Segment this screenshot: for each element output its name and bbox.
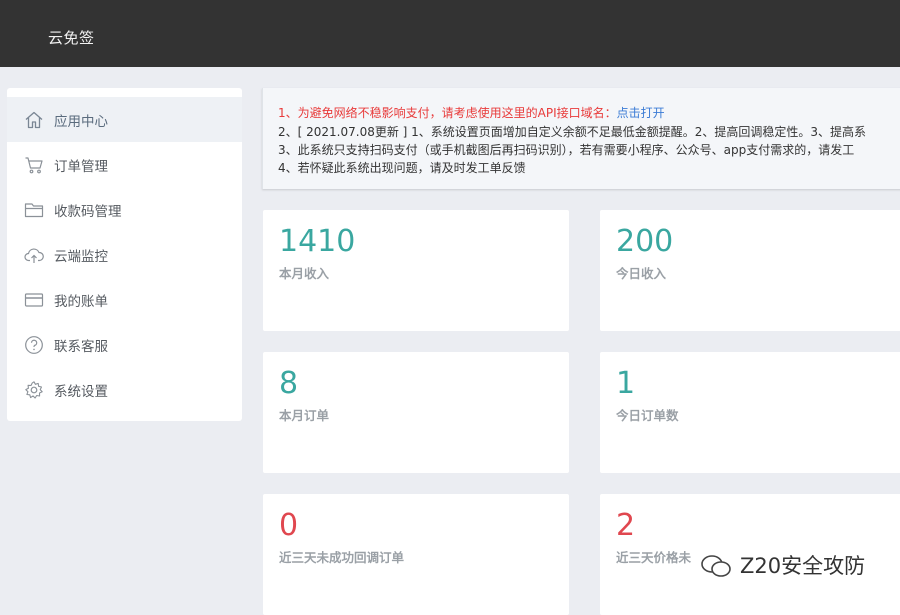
sidebar-item-label: 应用中心 (54, 113, 108, 130)
stat-card-price-mismatch: 2 近三天价格未 (600, 494, 900, 615)
stat-value: 0 (279, 508, 299, 543)
notice-line-1-text: 1、为避免网络不稳影响支付，请考虑使用这里的API接口域名： (278, 106, 617, 120)
home-icon (24, 110, 44, 130)
stat-value: 1410 (279, 224, 356, 259)
stat-label: 本月订单 (279, 408, 330, 423)
notice-line-2: 2、[ 2021.07.08更新 ] 1、系统设置页面增加自定义余额不足最低金额… (278, 125, 867, 139)
stat-card-failed-callbacks: 0 近三天未成功回调订单 (263, 494, 569, 615)
sidebar: 应用中心 订单管理 收款码管理 云端监控 我的账单 联系客服 系统设置 (7, 88, 242, 421)
cloud-upload-icon (24, 245, 44, 265)
sidebar-item-label: 我的账单 (54, 293, 108, 310)
stat-label: 近三天价格未 (616, 550, 692, 565)
stat-card-today-income: 200 今日收入 (600, 210, 900, 331)
card-icon (24, 290, 44, 310)
stat-card-today-orders: 1 今日订单数 (600, 352, 900, 473)
sidebar-item-settings[interactable]: 系统设置 (7, 367, 242, 412)
sidebar-item-bills[interactable]: 我的账单 (7, 277, 242, 322)
app-title: 云免签 (48, 29, 95, 47)
folder-icon (24, 200, 44, 220)
sidebar-item-label: 收款码管理 (54, 203, 122, 220)
stat-label: 本月收入 (279, 266, 330, 281)
sidebar-item-label: 系统设置 (54, 383, 108, 400)
open-link[interactable]: 点击打开 (617, 106, 665, 120)
stat-value: 2 (616, 508, 636, 543)
cart-icon (24, 155, 44, 175)
sidebar-item-label: 联系客服 (54, 338, 108, 355)
sidebar-item-orders[interactable]: 订单管理 (7, 142, 242, 187)
sidebar-item-cloud-monitor[interactable]: 云端监控 (7, 232, 242, 277)
notice-line-4: 4、若怀疑此系统出现问题，请及时发工单反馈 (278, 161, 526, 175)
notice-line-1: 1、为避免网络不稳影响支付，请考虑使用这里的API接口域名：点击打开 (278, 104, 665, 121)
sidebar-item-app-center[interactable]: 应用中心 (7, 97, 242, 142)
sidebar-item-label: 订单管理 (54, 158, 108, 175)
stat-value: 200 (616, 224, 674, 259)
stat-value: 1 (616, 366, 636, 401)
stat-card-month-income: 1410 本月收入 (263, 210, 569, 331)
stat-label: 近三天未成功回调订单 (279, 550, 405, 565)
stat-label: 今日收入 (616, 266, 667, 281)
stat-label: 今日订单数 (616, 408, 679, 423)
sidebar-item-qrcode[interactable]: 收款码管理 (7, 187, 242, 232)
sidebar-item-support[interactable]: 联系客服 (7, 322, 242, 367)
notice-panel: 1、为避免网络不稳影响支付，请考虑使用这里的API接口域名：点击打开 2、[ 2… (262, 88, 900, 189)
stat-value: 8 (279, 366, 299, 401)
stat-card-month-orders: 8 本月订单 (263, 352, 569, 473)
notice-line-3: 3、此系统只支持扫码支付（或手机截图后再扫码识别），若有需要小程序、公众号、ap… (278, 143, 855, 157)
help-icon (24, 335, 44, 355)
sidebar-item-label: 云端监控 (54, 248, 108, 265)
gear-icon (24, 380, 44, 400)
top-bar: 云免签 (0, 0, 900, 67)
